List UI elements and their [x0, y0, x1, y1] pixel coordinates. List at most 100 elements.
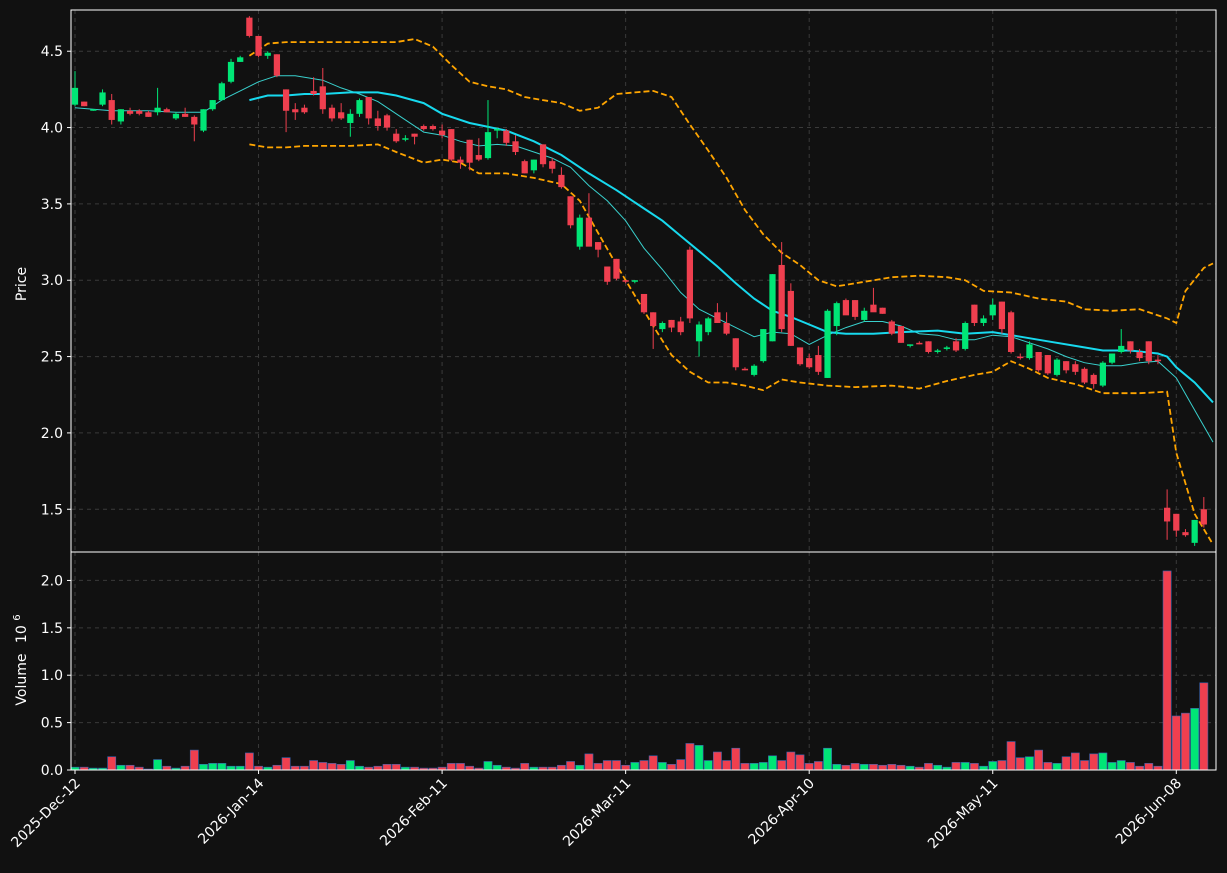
candle-body [512, 141, 519, 152]
candle-body [182, 113, 189, 117]
volume-bar [1043, 762, 1053, 771]
candle-body [907, 344, 914, 346]
candle-body [1099, 362, 1106, 386]
candle-body [815, 355, 822, 372]
price-tick-label: 4.0 [41, 121, 63, 137]
volume-bar [116, 764, 126, 771]
candle-body [475, 155, 482, 160]
volume-bar [740, 763, 750, 771]
price-tick-label: 2.5 [41, 350, 63, 366]
candle-body [530, 159, 537, 171]
volume-tick-label: 1.0 [41, 668, 63, 684]
volume-bar [456, 763, 465, 771]
candle-body [558, 174, 565, 188]
volume-bar [1171, 715, 1181, 771]
candle-body [1053, 359, 1061, 375]
candle-body [952, 341, 960, 351]
candle-body [328, 107, 336, 119]
candle-body [751, 365, 758, 375]
candle-body [1081, 368, 1088, 383]
candle-body [246, 17, 253, 36]
volume-bar [933, 764, 943, 771]
volume-bar [162, 765, 172, 771]
candle-body [1154, 359, 1162, 362]
chart-background [0, 0, 1227, 873]
volume-bar [226, 765, 236, 771]
candle-body [484, 132, 492, 159]
price-tick-label: 1.5 [41, 502, 63, 518]
volume-bar [1135, 765, 1144, 771]
volume-bar [254, 765, 263, 771]
candle-body [594, 242, 602, 250]
volume-bar [905, 765, 915, 771]
price-tick-label: 4.5 [41, 44, 63, 60]
candle-body [1127, 341, 1134, 351]
volume-bar [951, 762, 961, 771]
candle-body [732, 338, 739, 368]
candle-body [1118, 345, 1125, 352]
candle-body [1007, 312, 1015, 352]
candle-body [273, 54, 281, 76]
volume-bar [355, 765, 364, 771]
candle-body [934, 350, 941, 352]
candle-body [1200, 509, 1207, 525]
volume-bar [988, 761, 998, 771]
candle-body [567, 196, 574, 226]
candle-body [301, 107, 308, 113]
candle-body [806, 358, 813, 368]
volume-bar [199, 764, 208, 771]
volume-bar [1061, 756, 1071, 771]
volume-bar [1034, 749, 1044, 771]
volume-bar [924, 763, 933, 771]
candle-body [1136, 351, 1143, 359]
volume-bar [713, 751, 722, 771]
candle-body [521, 161, 528, 174]
volume-bar [758, 762, 768, 771]
volume-bar [300, 765, 309, 771]
candle-body [1163, 507, 1171, 522]
candle-body [714, 312, 721, 323]
volume-bar [768, 755, 777, 771]
volume-bar [685, 743, 695, 771]
volume-bar [694, 745, 704, 771]
volume-bar [979, 765, 988, 771]
candle-body [622, 280, 629, 282]
volume-bar [1052, 763, 1062, 771]
candlestick-chart: 1.52.02.53.03.54.04.50.00.51.01.52.02025… [0, 0, 1227, 873]
candle-body [778, 264, 785, 330]
candle-body [769, 274, 776, 342]
candle-body [1182, 532, 1189, 536]
candle-body [126, 110, 134, 114]
volume-bar [823, 747, 832, 771]
candle-body [466, 139, 473, 163]
candle-body [365, 97, 372, 119]
candle-body [310, 90, 317, 94]
volume-bar [235, 765, 245, 771]
volume-bar [208, 763, 218, 771]
volume-bar [667, 764, 676, 771]
volume-bar [281, 757, 291, 771]
candle-body [429, 126, 437, 130]
candle-body [650, 312, 657, 327]
candle-body [659, 322, 666, 330]
volume-axis-exponent-base: 10 [14, 625, 30, 643]
volume-bar [1116, 760, 1126, 771]
candle-body [81, 101, 88, 107]
volume-bar [584, 753, 594, 771]
volume-bar [1153, 765, 1163, 771]
volume-bar [850, 763, 860, 771]
candle-body [1017, 356, 1024, 359]
volume-bar [125, 764, 135, 771]
candle-body [916, 342, 923, 345]
volume-bar [1080, 760, 1089, 771]
candle-body [1063, 361, 1070, 371]
volume-bar [575, 764, 585, 771]
volume-bar [722, 760, 731, 771]
candle-body [1173, 513, 1180, 531]
volume-bar [602, 760, 612, 771]
volume-bar [1089, 753, 1099, 771]
candle-body [1191, 519, 1198, 543]
volume-bar [869, 764, 878, 771]
volume-bar [1098, 752, 1108, 771]
volume-bar [648, 755, 658, 771]
